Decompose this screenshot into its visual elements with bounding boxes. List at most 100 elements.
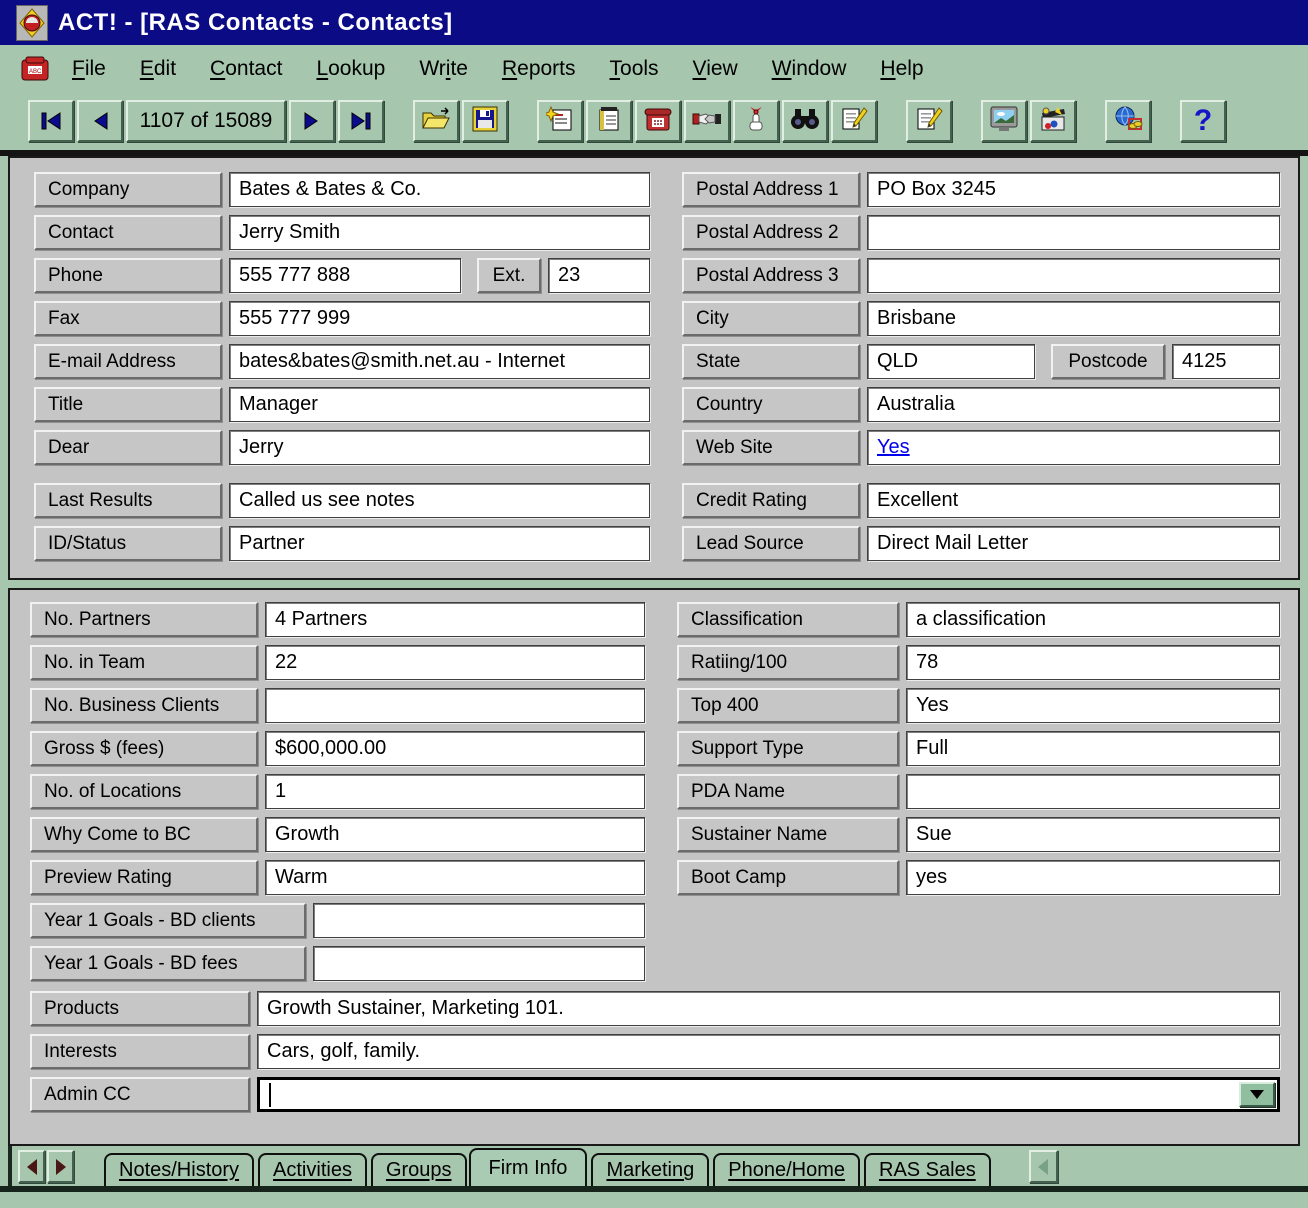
tab-groups[interactable]: Groups [371, 1153, 467, 1186]
field-label-button[interactable]: Products [30, 991, 250, 1026]
field-label-button[interactable]: Fax [34, 301, 222, 336]
field-input[interactable]: $600,000.00 [265, 731, 645, 766]
field-input[interactable]: 78 [906, 645, 1280, 680]
field-label-button[interactable]: Title [34, 387, 222, 422]
tab-overflow-button[interactable] [1029, 1150, 1058, 1183]
field-input[interactable]: 22 [265, 645, 645, 680]
field-input[interactable]: a classification [906, 602, 1280, 637]
tab-scroll-left-button[interactable] [18, 1150, 45, 1183]
field-label-button[interactable]: City [682, 301, 860, 336]
field-input[interactable] [313, 946, 645, 981]
field-label-button[interactable]: Postal Address 1 [682, 172, 860, 207]
next-record-button[interactable] [289, 100, 335, 142]
field-input[interactable]: Excellent [867, 483, 1280, 518]
field-input[interactable]: 555 777 888 [229, 258, 461, 293]
field-input[interactable]: Brisbane [867, 301, 1280, 336]
menu-window[interactable]: Window [772, 57, 847, 80]
field-input[interactable]: QLD [867, 344, 1035, 379]
field-input[interactable] [313, 903, 645, 938]
last-record-button[interactable] [338, 100, 384, 142]
open-file-button[interactable] [413, 100, 459, 142]
field-label-button[interactable]: Postal Address 3 [682, 258, 860, 293]
field-label-button[interactable]: Lead Source [682, 526, 860, 561]
field-input[interactable]: Jerry [229, 430, 650, 465]
field-label-button[interactable]: PDA Name [677, 774, 899, 809]
field-label-button[interactable]: Country [682, 387, 860, 422]
field-label-button[interactable]: Gross $ (fees) [30, 731, 258, 766]
act-app-icon[interactable] [16, 5, 48, 41]
field-input[interactable]: 4125 [1172, 344, 1280, 379]
previous-record-button[interactable] [77, 100, 123, 142]
field-label-button[interactable]: Last Results [34, 483, 222, 518]
save-button[interactable] [462, 100, 508, 142]
field-input[interactable]: Warm [265, 860, 645, 895]
field-input[interactable]: Manager [229, 387, 650, 422]
field-label-button[interactable]: Top 400 [677, 688, 899, 723]
field-input[interactable]: Growth Sustainer, Marketing 101. [257, 991, 1280, 1026]
media-button[interactable] [1030, 100, 1076, 142]
field-input[interactable]: 555 777 999 [229, 301, 650, 336]
field-input[interactable]: Yes [867, 430, 1280, 465]
help-button[interactable]: ? [1180, 100, 1226, 142]
menu-edit[interactable]: Edit [140, 57, 176, 80]
field-label-button[interactable]: Ratiing/100 [677, 645, 899, 680]
menu-tools[interactable]: Tools [610, 57, 659, 80]
field-input[interactable]: Australia [867, 387, 1280, 422]
field-label-button[interactable]: Support Type [677, 731, 899, 766]
field-input[interactable] [906, 774, 1280, 809]
field-label-button[interactable]: No. of Locations [30, 774, 258, 809]
field-input[interactable]: 1 [265, 774, 645, 809]
field-label-button[interactable]: Boot Camp [677, 860, 899, 895]
notepad-button[interactable] [586, 100, 632, 142]
field-label-button[interactable]: Phone [34, 258, 222, 293]
field-label-button[interactable]: Contact [34, 215, 222, 250]
menu-view[interactable]: View [693, 57, 738, 80]
field-label-button[interactable]: Credit Rating [682, 483, 860, 518]
menu-reports[interactable]: Reports [502, 57, 576, 80]
field-label-button[interactable]: Year 1 Goals - BD fees [30, 946, 306, 981]
record-counter[interactable]: 1107 of 15089 [126, 100, 286, 142]
edit-note-button[interactable] [831, 100, 877, 142]
menu-help[interactable]: Help [880, 57, 923, 80]
sales-handshake-button[interactable] [684, 100, 730, 142]
first-record-button[interactable] [28, 100, 74, 142]
tab-marketing[interactable]: Marketing [591, 1153, 709, 1186]
field-input[interactable] [867, 215, 1280, 250]
reminder-button[interactable] [733, 100, 779, 142]
field-label-button[interactable]: E-mail Address [34, 344, 222, 379]
field-label-button[interactable]: Preview Rating [30, 860, 258, 895]
internet-links-button[interactable] [1105, 100, 1151, 142]
field-label-button[interactable]: Why Come to BC [30, 817, 258, 852]
menu-write[interactable]: Write [419, 57, 468, 80]
field-label-button[interactable]: No. in Team [30, 645, 258, 680]
menu-lookup[interactable]: Lookup [316, 57, 385, 80]
tab-activities[interactable]: Activities [258, 1153, 367, 1186]
tab-notes-history[interactable]: Notes/History [104, 1153, 254, 1186]
lookup-binoculars-button[interactable] [782, 100, 828, 142]
field-input[interactable]: Full [906, 731, 1280, 766]
field-label-button[interactable]: Interests [30, 1034, 250, 1069]
tab-phone-home[interactable]: Phone/Home [713, 1153, 860, 1186]
field-label-button[interactable]: No. Business Clients [30, 688, 258, 723]
field-input[interactable]: PO Box 3245 [867, 172, 1280, 207]
field-input[interactable]: bates&bates@smith.net.au - Internet [229, 344, 650, 379]
tab-scroll-right-button[interactable] [47, 1150, 74, 1183]
field-input[interactable]: Direct Mail Letter [867, 526, 1280, 561]
field-input[interactable]: 23 [548, 258, 650, 293]
field-input[interactable]: Growth [265, 817, 645, 852]
field-label-button[interactable]: Web Site [682, 430, 860, 465]
field-label-button[interactable]: No. Partners [30, 602, 258, 637]
field-input[interactable]: Cars, golf, family. [257, 1034, 1280, 1069]
menu-contact[interactable]: Contact [210, 57, 282, 80]
field-label-button[interactable]: Company [34, 172, 222, 207]
field-input[interactable]: Jerry Smith [229, 215, 650, 250]
field-label-button[interactable]: Classification [677, 602, 899, 637]
field-label-button[interactable]: Admin CC [30, 1077, 250, 1112]
field-input[interactable] [265, 688, 645, 723]
field-input[interactable] [867, 258, 1280, 293]
field-input[interactable]: Called us see notes [229, 483, 650, 518]
new-contact-button[interactable] [537, 100, 583, 142]
tab-ras-sales[interactable]: RAS Sales [864, 1153, 991, 1186]
write-letter-button[interactable] [906, 100, 952, 142]
field-label-button[interactable]: State [682, 344, 860, 379]
